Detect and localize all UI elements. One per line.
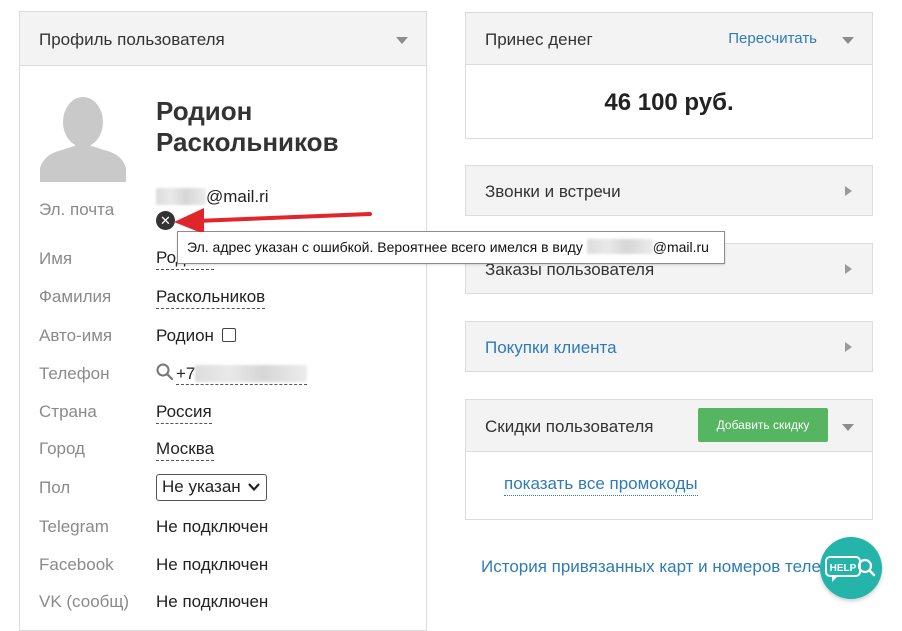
gender-label: Пол — [39, 478, 71, 497]
vk-label: VK (сообщ) — [39, 592, 130, 611]
profile-panel-header[interactable]: Профиль пользователя — [20, 12, 426, 66]
user-first-name-heading: Родион — [156, 96, 253, 126]
email-label: Эл. почта — [39, 200, 115, 219]
collapse-caret-icon[interactable] — [842, 424, 854, 431]
user-silhouette-icon — [40, 88, 126, 182]
blurred-text — [195, 365, 308, 382]
auto-name-label: Авто-имя — [39, 326, 113, 345]
collapse-caret-icon[interactable] — [396, 37, 408, 44]
phone-prefix: +7 — [176, 364, 196, 383]
money-panel: Принес денег Пересчитать 46 100 руб. — [465, 12, 873, 139]
auto-name-value: Родион — [156, 326, 214, 345]
facebook-label: Facebook — [39, 555, 114, 574]
gender-select[interactable]: Не указан — [156, 474, 267, 501]
auto-name-checkbox[interactable] — [221, 328, 236, 342]
email-error-tooltip: Эл. адрес указан с ошибкой. Вероятнее вс… — [177, 231, 725, 264]
phone-row: +7 — [156, 363, 308, 385]
money-panel-header[interactable]: Принес денег Пересчитать — [466, 13, 872, 65]
country-label: Страна — [39, 402, 97, 421]
user-full-name: Родион Раскольников — [156, 96, 416, 158]
telegram-value: Не подключен — [156, 517, 269, 536]
facebook-value: Не подключен — [156, 555, 269, 574]
telegram-label: Telegram — [39, 517, 109, 536]
country-value[interactable]: Россия — [156, 402, 212, 424]
calls-section[interactable]: Звонки и встречи — [465, 165, 873, 216]
add-discount-button[interactable]: Добавить скидку — [698, 408, 828, 442]
expand-caret-icon[interactable] — [845, 264, 852, 274]
recalculate-link[interactable]: Пересчитать — [728, 30, 817, 47]
help-button-label: HELP — [830, 563, 857, 574]
profile-panel: Профиль пользователя Родион Раскольников… — [19, 11, 427, 631]
avatar — [40, 88, 126, 182]
auto-name-row: Родион — [156, 326, 236, 346]
show-promocodes-link[interactable]: показать все промокоды — [504, 474, 698, 496]
city-label: Город — [39, 439, 85, 458]
purchases-section[interactable]: Покупки клиента — [465, 321, 873, 372]
gender-select-value: Не указан — [162, 477, 241, 496]
search-icon[interactable] — [156, 363, 174, 381]
expand-caret-icon[interactable] — [845, 186, 852, 196]
last-name-label: Фамилия — [39, 287, 112, 306]
vk-value: Не подключен — [156, 592, 269, 611]
profile-panel-title: Профиль пользователя — [39, 30, 225, 49]
help-chat-icon: HELP — [825, 556, 876, 582]
expand-caret-icon[interactable] — [845, 342, 852, 352]
phone-label: Телефон — [39, 364, 110, 383]
blurred-text — [586, 239, 653, 254]
calls-section-title: Звонки и встречи — [485, 182, 621, 201]
first-name-label: Имя — [39, 249, 73, 268]
purchases-section-title[interactable]: Покупки клиента — [485, 338, 617, 358]
help-button[interactable]: HELP — [820, 537, 882, 599]
money-amount: 46 100 руб. — [604, 89, 734, 116]
discounts-panel-header[interactable]: Скидки пользователя Добавить скидку — [466, 400, 872, 452]
money-panel-title: Принес денег — [485, 30, 593, 49]
tooltip-text: Эл. адрес указан с ошибкой. Вероятнее вс… — [187, 239, 583, 255]
collapse-caret-icon[interactable] — [842, 37, 854, 44]
last-name-value[interactable]: Раскольников — [156, 287, 266, 309]
discounts-panel: Скидки пользователя Добавить скидку пока… — [465, 399, 873, 520]
discounts-panel-title: Скидки пользователя — [485, 417, 654, 436]
chevron-down-icon — [248, 483, 260, 492]
city-value[interactable]: Москва — [156, 439, 215, 461]
red-arrow-annotation — [174, 208, 372, 232]
tooltip-suggestion: @mail.ru — [652, 239, 709, 255]
phone-value[interactable]: +7 — [176, 364, 308, 385]
history-cards-phones-link[interactable]: История привязанных карт и номеров телеф… — [481, 557, 856, 577]
user-last-name-heading: Раскольников — [156, 127, 339, 157]
